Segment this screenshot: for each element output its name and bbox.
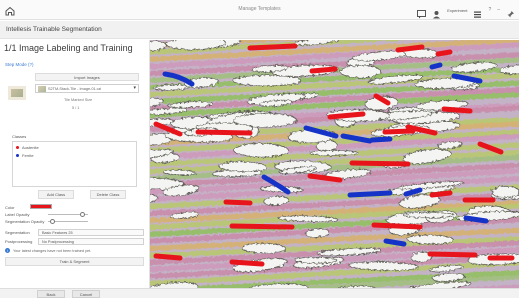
user-avatar-icon[interactable]: [432, 6, 441, 18]
postprocessing-select[interactable]: No Postprocessing: [38, 238, 144, 245]
notice-text: Your latest changes have not been traine…: [13, 248, 92, 253]
training-notice: i Your latest changes have not been trai…: [5, 248, 91, 253]
classes-list: Austenite Ferrite: [12, 141, 137, 187]
austenite-label-stroke: [327, 111, 366, 120]
step-mode-link[interactable]: Step Mode (?): [5, 62, 34, 67]
austenite-label-stroke: [382, 128, 416, 135]
import-images-button[interactable]: Import Images: [35, 73, 139, 81]
ferrite-label-stroke: [369, 136, 393, 143]
left-panel: 1/1 Image Labeling and Training Step Mod…: [0, 40, 150, 298]
grain-blob: [339, 64, 382, 79]
info-icon: i: [5, 248, 10, 253]
grain-blob: [491, 185, 519, 198]
segmentation-select[interactable]: Basic Features 25: [38, 229, 144, 236]
image-thumb-icon: [38, 86, 46, 92]
segmentation-label: Segmentation: [5, 230, 30, 235]
app-header: Intellesis Trainable Segmentation: [0, 21, 519, 39]
class-item-ferrite[interactable]: Ferrite: [16, 153, 34, 158]
image-meta-label: Tile Marked Size: [64, 98, 93, 102]
austenite-label-stroke: [427, 251, 478, 258]
app-title: Intellesis Trainable Segmentation: [6, 26, 102, 33]
chevron-down-icon[interactable]: ▾: [133, 85, 136, 91]
austenite-label-stroke: [441, 106, 473, 114]
image-name: S2TM-Stack-Tile - Image-01.czi: [48, 86, 102, 91]
ferrite-label-stroke: [463, 215, 489, 224]
austenite-label-stroke: [247, 43, 298, 51]
austenite-label-stroke: [229, 259, 265, 267]
train-segment-button[interactable]: Train & Segment: [5, 257, 144, 266]
color-label: Color: [5, 205, 15, 210]
image-thumbnail: [8, 86, 26, 100]
micrograph-canvas[interactable]: [150, 40, 519, 288]
image-meta-value: 5 / 1: [72, 106, 80, 110]
austenite-label-stroke: [153, 253, 183, 261]
menu-icon[interactable]: [473, 6, 482, 18]
austenite-label-stroke: [371, 222, 423, 230]
austenite-label-stroke: [223, 199, 253, 206]
ferrite-label-stroke: [383, 238, 407, 247]
back-button[interactable]: Back: [37, 290, 65, 298]
app-window: Manage Templates Experiment ? – Intelles…: [0, 0, 519, 298]
austenite-label-stroke: [309, 66, 338, 74]
grain-blob: [294, 256, 338, 264]
class-item-austenite[interactable]: Austenite: [16, 145, 39, 150]
class-color-swatch[interactable]: [30, 204, 52, 209]
image-selector[interactable]: S2TM-Stack-Tile - Image-01.czi ▾: [35, 84, 139, 93]
classes-label: Classes: [12, 134, 27, 139]
grain-blob: [309, 150, 359, 156]
label-opacity-knob[interactable]: [79, 212, 85, 217]
top-bar: Manage Templates Experiment ? –: [0, 0, 519, 20]
grain-blob: [403, 211, 455, 219]
chat-icon[interactable]: [417, 6, 427, 18]
postprocessing-label: Postprocessing: [5, 239, 33, 244]
class-color-dot: [16, 154, 19, 157]
user-name[interactable]: Experiment: [447, 8, 467, 13]
austenite-label-stroke: [229, 223, 295, 230]
class-color-dot: [16, 146, 19, 149]
image-viewer[interactable]: [150, 40, 519, 288]
austenite-label-stroke: [429, 190, 453, 198]
add-class-button[interactable]: Add Class: [38, 190, 74, 199]
topbar-actions: Experiment ? –: [417, 3, 515, 18]
ferrite-label-stroke: [429, 62, 443, 70]
grain-blob: [233, 143, 289, 158]
delete-class-button[interactable]: Delete Class: [90, 190, 126, 199]
austenite-label-stroke: [349, 160, 411, 167]
grain-blob: [232, 74, 302, 87]
label-opacity-label: Label Opacity: [5, 212, 30, 217]
step-title: 1/1 Image Labeling and Training: [4, 43, 133, 53]
class-name: Ferrite: [22, 153, 34, 158]
class-name: Austenite: [22, 145, 39, 150]
bottom-bar: Back Cancel: [0, 288, 519, 298]
cancel-button[interactable]: Cancel: [72, 290, 100, 298]
segmentation-opacity-label: Segmentation Opacity: [5, 219, 45, 224]
help-icon[interactable]: ?: [488, 7, 491, 13]
minimize-icon[interactable]: –: [497, 7, 500, 13]
segmentation-opacity-knob[interactable]: [49, 219, 55, 224]
ferrite-label-stroke: [347, 190, 393, 198]
grain-blob: [406, 234, 454, 245]
pin-icon[interactable]: [506, 6, 515, 17]
austenite-label-stroke: [435, 49, 453, 57]
austenite-label-stroke: [195, 129, 253, 136]
austenite-label-stroke: [395, 44, 425, 53]
